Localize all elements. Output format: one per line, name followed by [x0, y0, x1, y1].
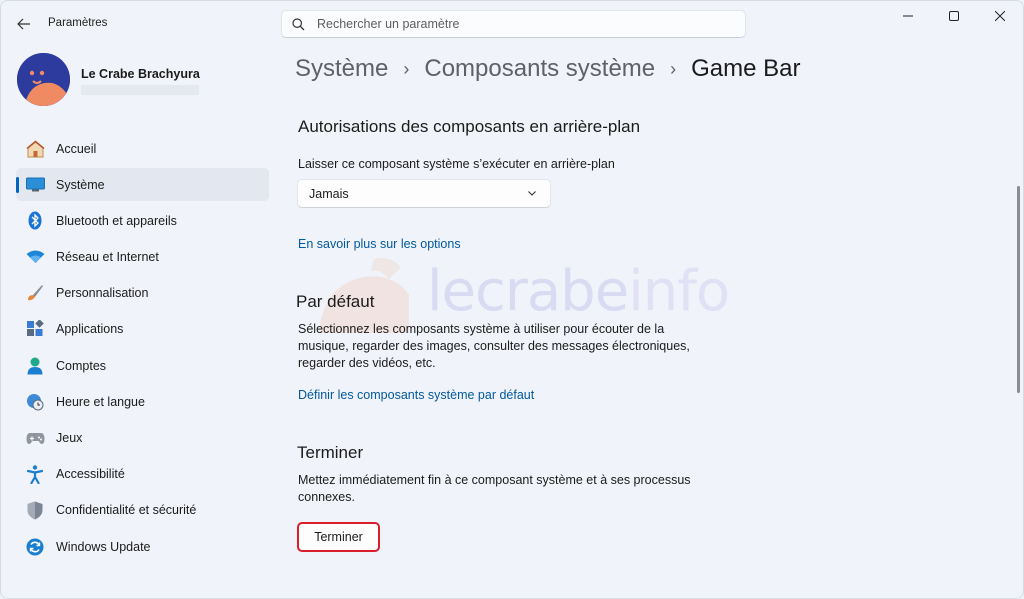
window-controls [885, 1, 1023, 31]
terminate-title: Terminer [297, 443, 364, 462]
breadcrumb-item-composants[interactable]: Composants système [424, 55, 655, 83]
minimize-icon [903, 15, 913, 17]
app-title: Paramètres [48, 17, 108, 29]
sidebar-item-label: Jeux [56, 431, 83, 445]
breadcrumb-item-systeme[interactable]: Système [295, 55, 388, 83]
sidebar-item-jeux[interactable]: Jeux [16, 422, 269, 455]
search-box[interactable] [281, 10, 746, 38]
minimize-button[interactable] [885, 1, 931, 31]
arrow-left-icon [17, 18, 30, 30]
terminate-description-line: Mettez immédiatement fin à ce composant … [298, 473, 691, 487]
search-icon [292, 17, 305, 30]
sidebar-item-label: Système [56, 177, 105, 192]
home-icon [25, 139, 45, 159]
defaults-description-line: regarder des vidéos, etc. [298, 356, 436, 370]
scrollbar[interactable] [1017, 186, 1020, 393]
sidebar-item-applications[interactable]: Applications [16, 313, 269, 346]
learn-more-link[interactable]: En savoir plus sur les options [298, 237, 461, 251]
title-bar: Paramètres [1, 1, 1023, 47]
defaults-description-line: musique, regarder des images, consulter … [298, 339, 690, 353]
clock-globe-icon [25, 392, 45, 412]
set-defaults-link[interactable]: Définir les composants système par défau… [298, 388, 534, 402]
account-icon [25, 356, 45, 376]
sidebar-item-accessibilite[interactable]: Accessibilité [16, 458, 269, 491]
maximize-icon [949, 11, 959, 21]
sidebar-item-bluetooth[interactable]: Bluetooth et appareils [16, 204, 269, 237]
update-icon [25, 537, 45, 557]
avatar[interactable] [17, 53, 70, 106]
maximize-button[interactable] [931, 1, 977, 31]
watermark-text: lecrabeinfo [427, 259, 730, 324]
sidebar-item-label: Confidentialité et sécurité [56, 503, 197, 518]
defaults-description-line: Sélectionnez les composants système à ut… [298, 322, 665, 336]
search-input[interactable] [317, 17, 717, 31]
crab-logo-icon [17, 53, 70, 106]
bluetooth-icon [25, 211, 45, 231]
sidebar-item-reseau[interactable]: Réseau et Internet [16, 241, 269, 274]
sidebar-item-comptes[interactable]: Comptes [16, 349, 269, 382]
sidebar-item-confidentialite[interactable]: Confidentialité et sécurité [16, 494, 269, 527]
sidebar-item-label: Comptes [56, 358, 107, 373]
chevron-right-icon: › [670, 58, 677, 79]
sidebar-item-systeme[interactable]: Système [16, 168, 269, 202]
sidebar-item-label: Réseau et Internet [56, 250, 159, 265]
close-icon [995, 11, 1005, 21]
profile-email-redacted [81, 85, 199, 95]
sidebar-item-personnalisation[interactable]: Personnalisation [16, 277, 269, 310]
breadcrumb: Système › Composants système › Game Bar [295, 55, 801, 83]
monitor-icon [25, 175, 45, 195]
gamepad-icon [25, 428, 45, 448]
watermark-text-alt: info [628, 259, 730, 324]
chevron-right-icon: › [403, 58, 410, 79]
chevron-down-icon [528, 191, 536, 196]
back-button[interactable] [11, 11, 37, 37]
sidebar-item-label: Personnalisation [56, 286, 149, 301]
settings-window: Paramètres Rechercher un paramètre Le Cr… [0, 0, 1024, 599]
background-permissions-title: Autorisations des composants en arrière-… [298, 117, 641, 136]
sidebar-item-label: Bluetooth et appareils [56, 213, 177, 228]
shield-icon [25, 500, 45, 520]
brush-icon [25, 283, 45, 303]
terminate-description-line: connexes. [298, 490, 355, 504]
sidebar-item-heure[interactable]: Heure et langue [16, 385, 269, 418]
defaults-title: Par défaut [296, 292, 375, 311]
profile-name: Le Crabe Brachyura [81, 67, 200, 81]
sidebar-item-label: Accessibilité [56, 467, 125, 482]
watermark-text-main: lecrabe [427, 259, 629, 324]
accessibility-icon [25, 464, 45, 484]
sidebar-item-label: Applications [56, 322, 124, 337]
sidebar-item-label: Accueil [56, 141, 97, 156]
terminate-button[interactable]: Terminer [297, 522, 380, 552]
sidebar-item-accueil[interactable]: Accueil [16, 132, 269, 165]
background-permissions-label: Laisser ce composant système s’exécuter … [298, 157, 615, 171]
sidebar-item-label: Heure et langue [56, 394, 145, 409]
page-title: Game Bar [691, 55, 801, 82]
dropdown-selected-value: Jamais [309, 186, 349, 201]
close-button[interactable] [977, 1, 1023, 31]
wifi-icon [25, 247, 45, 267]
sidebar-item-label: Windows Update [56, 539, 151, 554]
sidebar-nav: Accueil Système Bluetooth et appareils R… [16, 132, 269, 566]
apps-icon [25, 319, 45, 339]
sidebar-item-windows-update[interactable]: Windows Update [16, 530, 269, 563]
background-permission-dropdown[interactable]: Jamais [297, 179, 551, 208]
